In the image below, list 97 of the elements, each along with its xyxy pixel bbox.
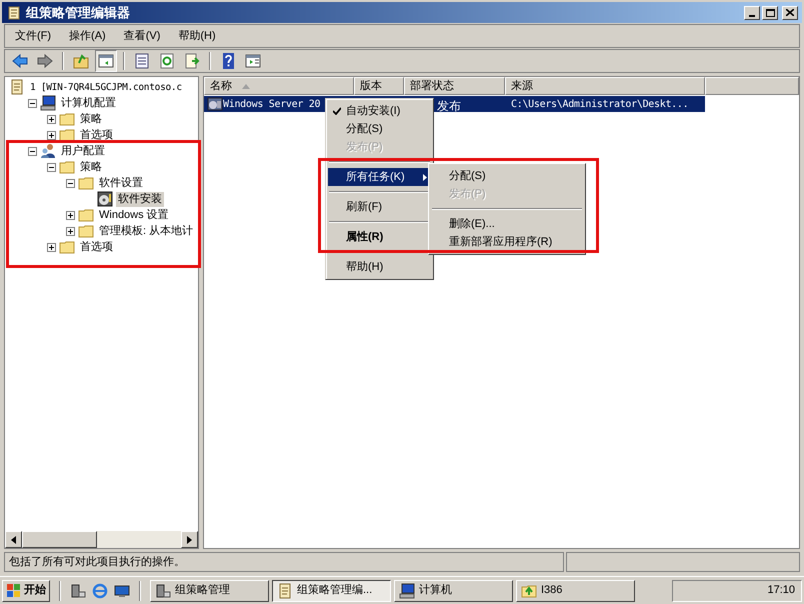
collapse-button[interactable] <box>47 162 56 172</box>
menu-item[interactable]: 文件(F) <box>13 28 54 44</box>
minimize-button[interactable] <box>744 6 760 20</box>
plus-icon <box>49 244 54 250</box>
minus-icon <box>49 164 54 170</box>
table-cell-text: 发布 <box>437 98 461 115</box>
action-pane-icon <box>245 53 261 69</box>
folder-up-icon <box>73 53 89 69</box>
menu-item[interactable]: 分配(S) <box>328 120 431 138</box>
tree-item[interactable]: 1 [WIN-7QR4L5GCJPM.contoso.c <box>28 80 184 94</box>
tree-item[interactable]: 用户配置 <box>59 144 107 158</box>
folder-icon <box>59 159 75 175</box>
scroll-left-button[interactable] <box>5 531 22 548</box>
expand-button[interactable] <box>47 242 56 252</box>
close-icon <box>786 9 794 16</box>
expand-button[interactable] <box>66 210 75 220</box>
table-cell-text: C:\Users\Administrator\Deskt... <box>511 98 688 112</box>
export-list-icon <box>184 53 200 69</box>
menu-item[interactable]: 帮助(H) <box>328 258 431 276</box>
plus-icon <box>68 212 73 218</box>
users-icon <box>40 143 56 159</box>
folder-icon <box>78 207 94 223</box>
tree-item[interactable]: Windows 设置 <box>97 208 171 222</box>
expand-button[interactable] <box>47 114 56 124</box>
pane-button[interactable] <box>95 50 117 72</box>
column-header[interactable]: 名称 <box>204 77 354 95</box>
column-header[interactable]: 版本 <box>354 77 404 95</box>
tree-item[interactable]: 策略 <box>78 112 104 126</box>
tree-item[interactable]: 计算机配置 <box>59 96 118 110</box>
plus-icon <box>49 132 54 138</box>
taskbar-button[interactable]: 计算机 <box>394 580 513 602</box>
taskbar-button[interactable]: 组策略管理编... <box>272 580 391 602</box>
menu-item[interactable]: 分配(S) <box>431 167 583 185</box>
status-bar-text: 包括了所有可对此项目执行的操作。 <box>4 552 564 572</box>
table-cell-text: Windows Server 20 <box>223 98 320 112</box>
tree-item[interactable]: 管理模板: 从本地计 <box>97 224 196 238</box>
column-header[interactable]: 来源 <box>505 77 705 95</box>
collapse-button[interactable] <box>28 98 37 108</box>
folder-icon <box>59 127 75 143</box>
menu-item[interactable]: 删除(E)... <box>431 215 583 233</box>
windows-flag-icon <box>6 582 22 598</box>
window-title: 组策略管理编辑器 <box>26 4 131 22</box>
clock: 17:10 <box>767 583 795 598</box>
taskbar-button[interactable]: I386 <box>516 580 635 602</box>
back-arrow-icon <box>12 53 28 69</box>
properties-icon <box>134 53 150 69</box>
tree-item[interactable]: 首选项 <box>78 128 115 142</box>
server-icon <box>155 582 171 598</box>
minus-icon <box>30 148 35 154</box>
folder-icon <box>59 239 75 255</box>
taskbar-button[interactable]: 组策略管理 <box>150 580 269 602</box>
tree-item[interactable]: 软件设置 <box>97 176 145 190</box>
column-header[interactable]: 部署状态 <box>404 77 505 95</box>
forward-arrow-icon <box>37 53 53 69</box>
menu-item[interactable]: 所有任务(K) <box>328 168 431 186</box>
collapse-button[interactable] <box>66 178 75 188</box>
horizontal-scrollbar[interactable] <box>5 531 198 548</box>
tree-item[interactable]: 软件安装 <box>116 192 164 206</box>
scroll-icon <box>9 79 25 95</box>
folder-icon <box>78 175 94 191</box>
menu-item[interactable]: 查看(V) <box>122 28 162 44</box>
collapse-button[interactable] <box>28 146 37 156</box>
minus-icon <box>68 180 73 186</box>
menu-item[interactable]: 刷新(F) <box>328 198 431 216</box>
right-arrow-icon <box>187 536 192 544</box>
folder-icon <box>59 111 75 127</box>
menu-item[interactable]: 帮助(H) <box>176 28 218 44</box>
expand-button[interactable] <box>47 130 56 140</box>
folder-icon <box>521 582 537 598</box>
scroll-icon <box>6 4 22 20</box>
plus-icon <box>68 228 73 234</box>
tree-item[interactable]: 策略 <box>78 160 104 174</box>
start-button[interactable]: 开始 <box>2 580 50 602</box>
help-icon <box>220 53 236 69</box>
desktop-icon[interactable] <box>114 582 130 598</box>
tree-item[interactable]: 首选项 <box>78 240 115 254</box>
pane-icon <box>98 53 114 69</box>
checkmark-icon <box>333 107 341 115</box>
browser-icon[interactable] <box>92 582 108 598</box>
package-icon <box>207 97 223 111</box>
menu-item[interactable]: 属性(R) <box>328 228 431 246</box>
sort-arrow-icon <box>242 84 250 88</box>
computer-icon <box>399 582 415 598</box>
scroll-icon <box>277 582 293 598</box>
left-arrow-icon <box>11 536 16 544</box>
refresh-icon <box>159 53 175 69</box>
menu-item[interactable]: 操作(A) <box>67 28 108 44</box>
scroll-right-button[interactable] <box>181 531 198 548</box>
minus-icon <box>30 100 35 106</box>
maximize-button[interactable] <box>762 6 778 20</box>
computer-icon <box>40 95 56 111</box>
expand-button[interactable] <box>66 226 75 236</box>
folder-icon <box>78 223 94 239</box>
plus-icon <box>49 116 54 122</box>
server-icon[interactable] <box>70 582 86 598</box>
scroll-thumb[interactable] <box>22 531 97 548</box>
close-button[interactable] <box>782 6 798 20</box>
